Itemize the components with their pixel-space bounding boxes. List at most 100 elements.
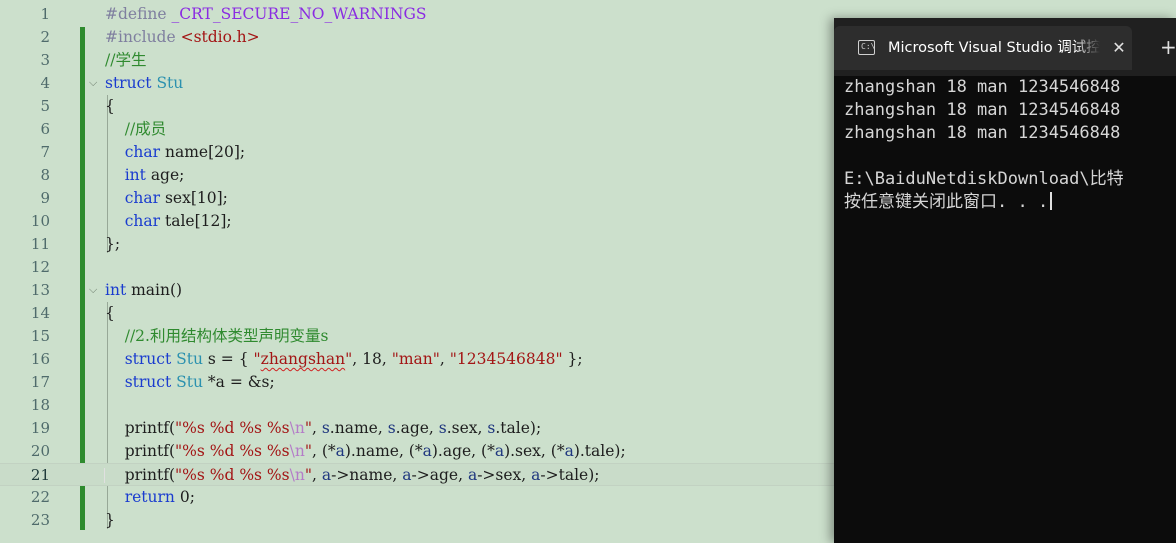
code-token: , [311,466,322,484]
code-text: //学生 [105,49,146,72]
code-text: //2.利用结构体类型声明变量s [105,325,329,348]
code-token: a [321,466,332,484]
code-token: ).sex, (* [504,442,565,460]
code-token: a [335,442,345,460]
line-number: 17 [30,373,50,391]
code-token: "%s %d %s %s [175,419,290,437]
code-token: { [105,97,115,115]
code-text: printf("%s %d %s %s\n", s.name, s.age, s… [105,417,541,440]
code-token: }; [562,350,583,368]
line-number: 13 [30,281,50,299]
code-token: age; [145,166,185,184]
code-text: printf("%s %d %s %s\n", (*a).name, (*a).… [105,440,626,463]
code-token: ->age, [411,466,468,484]
code-token: a [422,442,432,460]
code-text: { [105,95,115,118]
code-token: Stu [156,74,184,92]
code-token: Stu [176,373,203,391]
fold-chevron-icon[interactable]: ⌵ [89,77,99,88]
code-text: char sex[10]; [105,187,228,210]
code-token: char [124,212,161,230]
line-number: 5 [40,97,50,115]
line-number: 16 [30,350,50,368]
code-token: { [105,304,115,322]
code-token: #define [105,5,172,23]
code-token: zhangshan [260,350,346,368]
code-text: int main() [105,279,182,302]
code-token: _CRT_SECURE_NO_WARNINGS [171,5,427,23]
code-token: name[20]; [160,143,246,161]
console-tab[interactable]: C:\ Microsoft Visual Studio 调试控制台 ✕ [834,26,1132,70]
code-token: s = { [203,350,254,368]
code-token: " [304,466,312,484]
line-number: 6 [40,120,50,138]
code-token: printf( [105,419,175,437]
terminal-icon: C:\ [858,40,875,55]
debug-console-window[interactable]: C:\ Microsoft Visual Studio 调试控制台 ✕ + zh… [834,18,1176,543]
code-text: struct Stu s = { "zhangshan", 18, "man",… [105,348,583,371]
code-token: struct [124,350,172,368]
line-number: 8 [40,166,50,184]
code-token: ).tale); [573,442,626,460]
line-number: 19 [30,419,50,437]
console-tab-title: Microsoft Visual Studio 调试控制台 [888,40,1100,56]
code-token: *a = &s; [203,373,275,391]
code-token: "man" [391,350,440,368]
editor-caret [104,468,105,483]
code-token: " [253,350,261,368]
code-token: .name, [329,419,388,437]
line-number: 20 [30,442,50,460]
code-token: struct [124,373,172,391]
code-token: int [105,281,127,299]
fold-chevron-icon[interactable]: ⌵ [89,284,99,295]
code-token: main() [126,281,183,299]
code-token: \n [289,442,305,460]
code-token: ->tale); [540,466,600,484]
close-icon[interactable]: ✕ [1110,37,1128,59]
code-token: \n [289,466,305,484]
line-number: 21 [30,466,50,484]
code-token: }; [105,235,121,253]
code-token: ).age, (* [431,442,495,460]
code-token: a [467,466,478,484]
line-number: 3 [40,51,50,69]
code-token: tale[12]; [160,212,232,230]
code-token: <stdio.h> [180,28,260,46]
code-token: struct [105,74,152,92]
code-token: //成员 [124,120,167,138]
code-token: char [124,189,161,207]
code-token: s [438,419,447,437]
code-token: #include [105,28,181,46]
code-token: .tale); [495,419,542,437]
code-token: return [124,488,175,506]
code-token: "1234546848" [449,350,563,368]
code-token: 0; [174,488,195,506]
code-text: #define _CRT_SECURE_NO_WARNINGS [105,3,427,26]
code-text: }; [105,233,120,256]
code-token: a [494,442,505,460]
line-number: 11 [30,235,50,253]
code-text: //成员 [105,118,166,141]
code-token: " [304,419,312,437]
code-token: Stu [176,350,203,368]
code-text: #include <stdio.h> [105,26,260,49]
code-token: s [387,419,396,437]
code-token: " [304,442,312,460]
code-token: printf( [105,466,175,484]
console-output-line: E:\BaiduNetdiskDownload\比特 [844,169,1124,189]
line-number: 14 [30,304,50,322]
line-number: 23 [30,511,50,529]
code-token: //2.利用结构体类型声明变量s [124,327,329,345]
code-token: //学生 [105,51,147,69]
code-token: .sex, [446,419,488,437]
new-tab-icon[interactable]: + [1160,36,1176,58]
code-token: "%s %d %s %s [175,442,290,460]
